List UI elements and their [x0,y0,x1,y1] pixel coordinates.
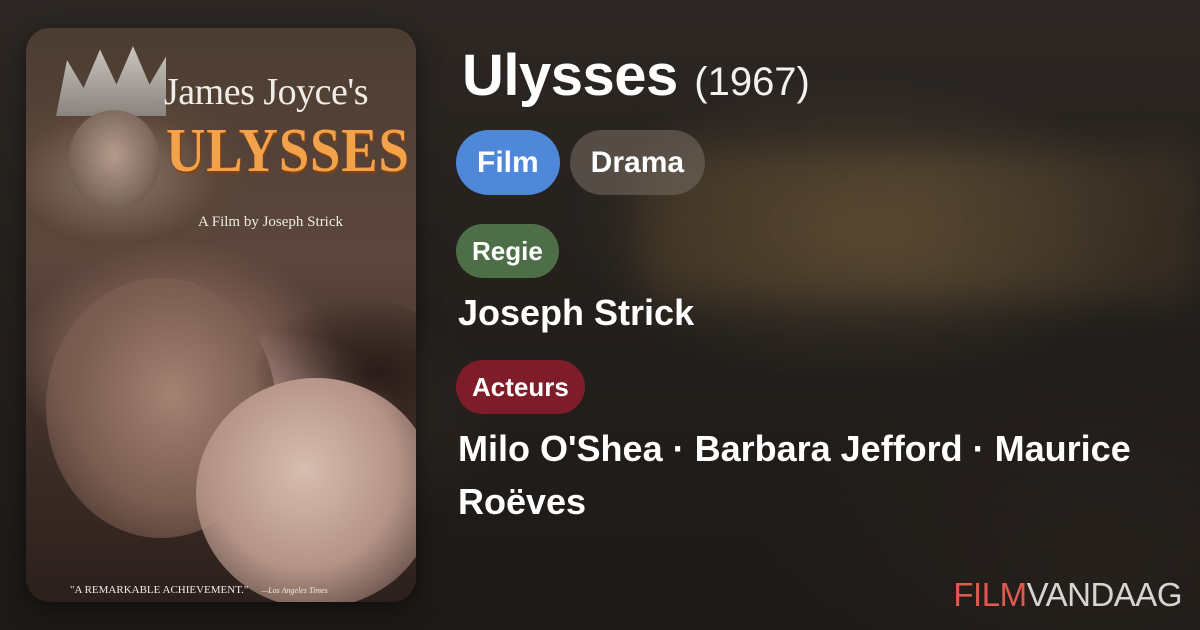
director-label: Regie [456,224,559,278]
genre-pill-drama[interactable]: Drama [569,130,706,195]
brand-logo-part2: VANDAAG [1026,576,1183,613]
poster-crown [56,46,166,116]
director-name: Joseph Strick [458,292,695,333]
genre-list: Film Drama [456,130,706,195]
poster-author: James Joyce's [164,71,369,113]
poster-title: ULYSSES [166,117,410,185]
brand-logo: FILMVANDAAG [953,576,1182,614]
movie-title: Ulysses [462,43,678,108]
title-row: Ulysses (1967) [462,42,810,109]
cast-names: Milo O'Shea · Barbara Jefford · Maurice … [458,428,1131,522]
movie-poster: James Joyce's ULYSSES A Film by Joseph S… [26,28,416,602]
cast-label: Acteurs [456,360,585,414]
movie-year: (1967) [694,60,810,104]
poster-quote: "A REMARKABLE ACHIEVEMENT." —Los Angeles… [70,584,328,596]
poster-subtitle: A Film by Joseph Strick [198,214,344,230]
poster-quote-source: —Los Angeles Times [261,586,328,595]
brand-logo-part1: FILM [953,576,1027,613]
poster-quote-text: "A REMARKABLE ACHIEVEMENT." [70,584,249,596]
genre-pill-film[interactable]: Film [456,130,560,195]
movie-info: Ulysses (1967) Film Drama Regie Joseph S… [456,0,1200,630]
share-card: James Joyce's ULYSSES A Film by Joseph S… [0,0,1200,630]
poster-king-face [68,110,160,210]
